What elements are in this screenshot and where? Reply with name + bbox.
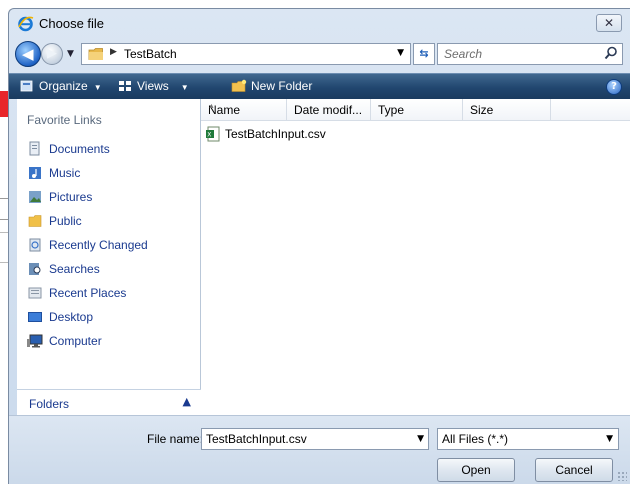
- sort-ascending-icon: ▲: [208, 103, 215, 110]
- svg-text:X: X: [207, 132, 211, 139]
- views-button[interactable]: Views ▼: [117, 79, 189, 93]
- column-header-date-modified[interactable]: Date modif...: [287, 99, 371, 121]
- file-name: TestBatchInput.csv: [225, 127, 326, 141]
- favorite-link-label: Public: [49, 214, 82, 228]
- folder-icon: [88, 48, 103, 60]
- views-label: Views: [137, 79, 169, 93]
- file-type-select[interactable]: All Files (*.*) ▼: [437, 428, 619, 450]
- organize-label: Organize: [39, 79, 88, 93]
- computer-icon: [27, 334, 43, 348]
- favorite-link-label: Computer: [49, 334, 102, 348]
- new-folder-icon: [231, 79, 247, 92]
- forward-arrow-icon: ▶: [47, 46, 57, 61]
- recent-locations-dropdown[interactable]: ▼: [67, 49, 74, 59]
- internet-explorer-icon: [18, 16, 34, 32]
- refresh-button[interactable]: ⇆: [413, 43, 435, 65]
- close-button[interactable]: ✕: [596, 14, 622, 32]
- searches-icon: [29, 263, 41, 275]
- favorite-link-label: Searches: [49, 262, 100, 276]
- column-header-label: Type: [378, 103, 405, 117]
- favorite-link-label: Documents: [49, 142, 110, 156]
- column-header-type[interactable]: Type: [371, 99, 463, 121]
- refresh-icon: ⇆: [419, 47, 429, 60]
- organize-icon: [20, 80, 33, 92]
- back-button[interactable]: ◀: [15, 41, 41, 67]
- search-input[interactable]: Search: [437, 43, 623, 65]
- search-placeholder: Search: [444, 47, 483, 61]
- file-name-dropdown-icon[interactable]: ▼: [417, 434, 424, 444]
- search-icon[interactable]: [604, 46, 618, 60]
- close-icon: ✕: [603, 16, 615, 30]
- organize-button[interactable]: Organize ▼: [19, 79, 102, 93]
- favorite-link-recent-places[interactable]: Recent Places: [27, 283, 197, 303]
- file-name-value: TestBatchInput.csv: [206, 432, 307, 446]
- views-icon: [119, 81, 131, 91]
- chevron-up-icon[interactable]: ▲: [183, 395, 191, 408]
- column-header-name[interactable]: Name ▲: [201, 99, 287, 121]
- folders-label: Folders: [29, 397, 70, 411]
- back-arrow-icon: ◀: [22, 45, 34, 63]
- organize-dropdown-icon: ▼: [93, 83, 102, 92]
- favorite-link-computer[interactable]: Computer: [27, 331, 197, 351]
- favorite-link-label: Pictures: [49, 190, 93, 204]
- public-folder-icon: [28, 215, 42, 227]
- file-item[interactable]: X TestBatchInput.csv: [205, 125, 405, 143]
- dialog-footer: File name: TestBatchInput.csv ▼ All File…: [9, 415, 630, 484]
- cancel-button[interactable]: Cancel: [535, 458, 613, 482]
- favorite-link-music[interactable]: Music: [27, 163, 197, 183]
- column-header-size[interactable]: Size: [463, 99, 551, 121]
- new-folder-label: New Folder: [251, 79, 313, 93]
- breadcrumb-current-folder[interactable]: TestBatch: [124, 47, 177, 61]
- column-header-label: Size: [470, 103, 494, 117]
- favorite-links-header: Favorite Links: [27, 113, 102, 127]
- forward-button[interactable]: ▶: [41, 43, 63, 65]
- recent-places-icon: [28, 287, 42, 299]
- file-type-dropdown-icon[interactable]: ▼: [606, 434, 613, 444]
- documents-icon: [29, 141, 40, 156]
- file-name-label: File name:: [147, 432, 204, 446]
- favorite-link-label: Recently Changed: [49, 238, 148, 252]
- favorite-link-label: Recent Places: [49, 286, 127, 300]
- file-name-input[interactable]: TestBatchInput.csv ▼: [201, 428, 429, 450]
- column-header-label: Date modif...: [294, 103, 363, 117]
- favorite-link-desktop[interactable]: Desktop: [27, 307, 197, 327]
- choose-file-dialog: Choose file ✕ ◀ ▶ ▼ ▶ TestBatch ▼ ⇆ Sear…: [8, 8, 630, 484]
- views-dropdown-icon: ▼: [180, 83, 189, 92]
- favorite-link-pictures[interactable]: Pictures: [27, 187, 197, 207]
- dialog-title: Choose file: [39, 16, 105, 31]
- command-toolbar: Organize ▼ Views ▼ New Folder ?: [9, 73, 630, 99]
- favorite-link-recently-changed[interactable]: Recently Changed: [27, 235, 197, 255]
- favorite-link-searches[interactable]: Searches: [27, 259, 197, 279]
- favorite-link-label: Music: [49, 166, 81, 180]
- title-bar[interactable]: Choose file ✕: [9, 9, 630, 39]
- column-header-row: Name ▲ Date modif... Type Size: [201, 99, 630, 121]
- address-dropdown-icon[interactable]: ▼: [397, 48, 404, 58]
- new-folder-button[interactable]: New Folder: [231, 79, 312, 93]
- csv-file-icon: X: [206, 126, 220, 142]
- favorite-link-public[interactable]: Public: [27, 211, 197, 231]
- folders-toggle[interactable]: Folders ▲: [17, 389, 201, 415]
- file-list[interactable]: Name ▲ Date modif... Type Size X TestBat…: [201, 99, 630, 415]
- desktop-icon: [28, 312, 42, 322]
- pictures-icon: [29, 191, 41, 203]
- recently-changed-icon: [29, 238, 41, 252]
- address-bar[interactable]: ▶ TestBatch ▼: [81, 43, 411, 65]
- file-type-value: All Files (*.*): [442, 432, 509, 446]
- favorite-link-documents[interactable]: Documents: [27, 139, 197, 159]
- navigation-row: ◀ ▶ ▼ ▶ TestBatch ▼ ⇆ Search: [9, 39, 630, 71]
- open-button[interactable]: Open: [437, 458, 515, 482]
- resize-grip[interactable]: [617, 471, 627, 481]
- help-icon[interactable]: ?: [606, 79, 622, 95]
- favorite-link-label: Desktop: [49, 310, 94, 324]
- music-icon: [29, 167, 41, 179]
- breadcrumb-separator-icon[interactable]: ▶: [110, 47, 117, 57]
- help-icon-glyph: ?: [611, 81, 617, 92]
- navigation-pane: Favorite Links Documents Music Pictures …: [17, 99, 201, 407]
